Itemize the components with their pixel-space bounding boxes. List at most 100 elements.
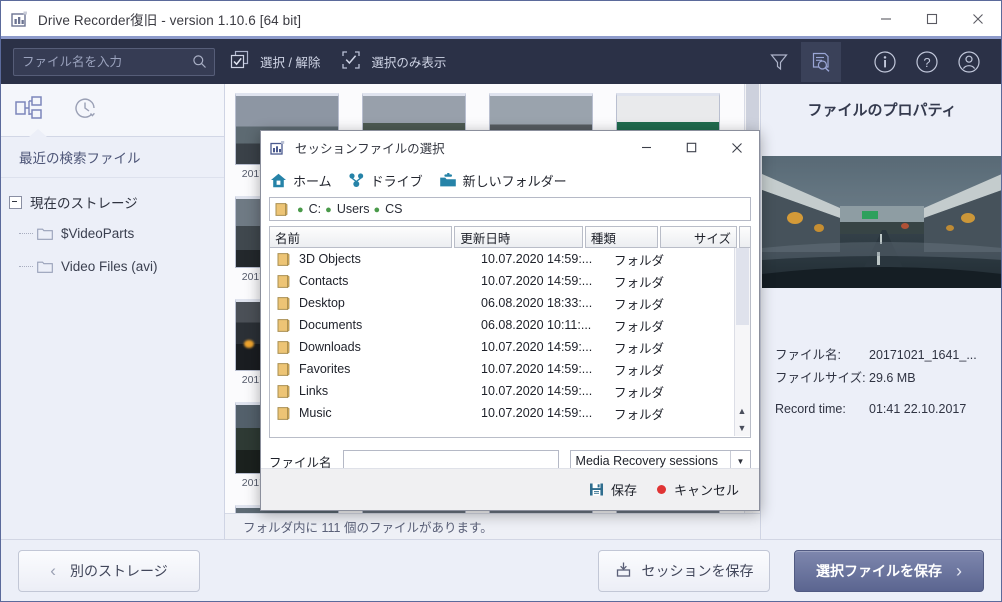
status-bar: フォルダ内に 111 個のファイルがあります。 [225,513,760,539]
info-icon[interactable] [865,42,905,82]
folder-icon [277,252,290,267]
file-list-row[interactable]: Favorites 10.07.2020 14:59:... フォルダ [270,358,750,380]
other-storage-button[interactable]: ‹ 別のストレージ [18,550,200,592]
breadcrumb-item-users[interactable]: ● Users [325,202,369,216]
save-selected-files-button[interactable]: 選択ファイルを保存 › [794,550,984,592]
folder-icon [277,362,290,377]
show-selected-button[interactable]: 選択のみ表示 [326,39,452,84]
file-date: 06.08.2020 18:33:... [481,296,593,310]
file-list-row[interactable]: Downloads 10.07.2020 14:59:... フォルダ [270,336,750,358]
home-icon [270,172,287,189]
main-toolbar: 選択 / 解除 選択のみ表示 [1,39,1001,84]
clock-history-icon [71,94,99,127]
save-selected-label: 選択ファイルを保存 [816,563,942,579]
file-list-row[interactable]: Music 10.07.2020 14:59:... フォルダ [270,402,750,424]
file-type: フォルダ [614,407,665,422]
file-list-row[interactable]: Contacts 10.07.2020 14:59:... フォルダ [270,270,750,292]
property-value: 20171021_1641_... [869,348,977,362]
home-button[interactable]: ホーム [270,171,332,190]
file-name: Contacts [299,274,349,288]
chevron-right-icon: › [956,560,962,581]
sidebar-item-history[interactable] [57,85,113,135]
home-label: ホーム [293,173,332,189]
floppy-save-icon [589,482,604,497]
column-header-name[interactable]: 名前 [269,226,453,248]
dialog-close-icon[interactable] [714,132,759,164]
column-header-type[interactable]: 種類 [584,226,658,248]
select-toggle-button[interactable]: 選択 / 解除 [215,39,326,84]
breadcrumb-item-cs[interactable]: ● CS [373,202,402,216]
file-type: フォルダ [614,297,665,312]
file-list-row[interactable]: Documents 06.08.2020 10:11:... フォルダ [270,314,750,336]
scroll-up-icon[interactable]: ▲ [735,402,749,419]
file-name: Downloads [299,340,361,354]
file-list-row[interactable]: Desktop 06.08.2020 18:33:... フォルダ [270,292,750,314]
session-file-dialog: セッションファイルの選択 ホーム ドライブ 新しいフォルダー ● C: ● Us… [260,130,760,511]
search-input[interactable] [14,48,184,75]
tree-root-current-storage[interactable]: 現在のストレージ [1,187,224,217]
collapse-icon[interactable] [9,195,22,209]
breadcrumb[interactable]: ● C: ● Users ● CS [269,197,751,221]
drive-button[interactable]: ドライブ [348,171,423,190]
bottom-action-bar: ‹ 別のストレージ セッションを保存 選択ファイルを保存 › [1,539,1001,601]
file-type: フォルダ [614,385,665,400]
file-type: フォルダ [614,363,665,378]
file-list[interactable]: 3D Objects 10.07.2020 14:59:... フォルダ Con… [269,248,751,438]
sidebar-item-structure[interactable] [1,85,57,135]
help-icon[interactable]: ? [907,42,947,82]
file-list-row[interactable]: 3D Objects 10.07.2020 14:59:... フォルダ [270,248,750,270]
tree-item-videoparts[interactable]: $VideoParts [1,217,224,250]
dialog-cancel-button[interactable]: キャンセル [656,480,739,499]
close-icon[interactable] [955,1,1001,36]
folder-icon [277,406,290,421]
property-row-record-time: Record time: 01:41 22.10.2017 [762,402,1001,425]
tree-item-video-files[interactable]: Video Files (avi) [1,250,224,283]
sidebar-item-recent-files[interactable]: 最近の検索ファイル [1,137,224,178]
breadcrumb-item-c[interactable]: ● C: [297,202,321,216]
properties-fields: ファイル名: 20171021_1641_... ファイルサイズ: 29.6 M… [762,344,1001,425]
drive-label: ドライブ [370,173,423,189]
new-folder-button[interactable]: 新しいフォルダー [439,171,567,190]
folder-icon [277,296,290,311]
window-title: Drive Recorder復旧 - version 1.10.6 [64 bi… [38,12,302,28]
property-key: ファイルサイズ: [775,371,866,385]
dialog-title-bar: セッションファイルの選択 [261,131,759,165]
window-controls [863,1,1001,36]
folder-icon [275,202,288,217]
file-list-scrollbar[interactable]: ▲ ▼ [734,248,750,436]
dialog-save-button[interactable]: 保存 [589,480,637,499]
chart-app-icon [270,140,286,156]
preview-image [762,156,1001,288]
search-icon[interactable] [192,54,207,69]
maximize-icon[interactable] [909,1,955,36]
dialog-maximize-icon[interactable] [669,132,714,164]
save-session-button[interactable]: セッションを保存 [598,550,770,592]
dialog-minimize-icon[interactable] [624,132,669,164]
column-header-size[interactable]: サイズ [659,226,737,248]
account-icon[interactable] [949,42,989,82]
folder-icon [277,318,290,333]
document-search-icon[interactable] [801,41,841,82]
minimize-icon[interactable] [863,1,909,36]
breadcrumb-dot-icon: ● [373,204,381,216]
breadcrumb-dot-icon: ● [297,204,304,216]
scroll-down-icon[interactable]: ▼ [735,419,749,436]
breadcrumb-label: C: [308,202,322,216]
select-toggle-label: 選択 / 解除 [260,56,321,70]
save-box-icon [615,561,632,581]
file-type: フォルダ [614,319,665,334]
drive-icon [348,172,365,189]
filter-icon[interactable] [759,42,799,82]
file-name: Desktop [299,296,345,310]
column-header-date[interactable]: 更新日時 [454,226,583,248]
tree-item-label: Video Files (avi) [61,259,158,274]
property-key: Record time: [775,402,846,416]
file-list-row[interactable]: Links 10.07.2020 14:59:... フォルダ [270,380,750,402]
red-dot-icon [656,485,666,494]
file-name: Links [299,384,329,398]
folder-icon [37,260,53,273]
search-box[interactable] [13,47,215,76]
scrollbar-thumb[interactable] [736,248,749,325]
storage-tree: 現在のストレージ $VideoParts Video Files (avi) [1,178,224,283]
property-key: ファイル名: [775,348,841,362]
